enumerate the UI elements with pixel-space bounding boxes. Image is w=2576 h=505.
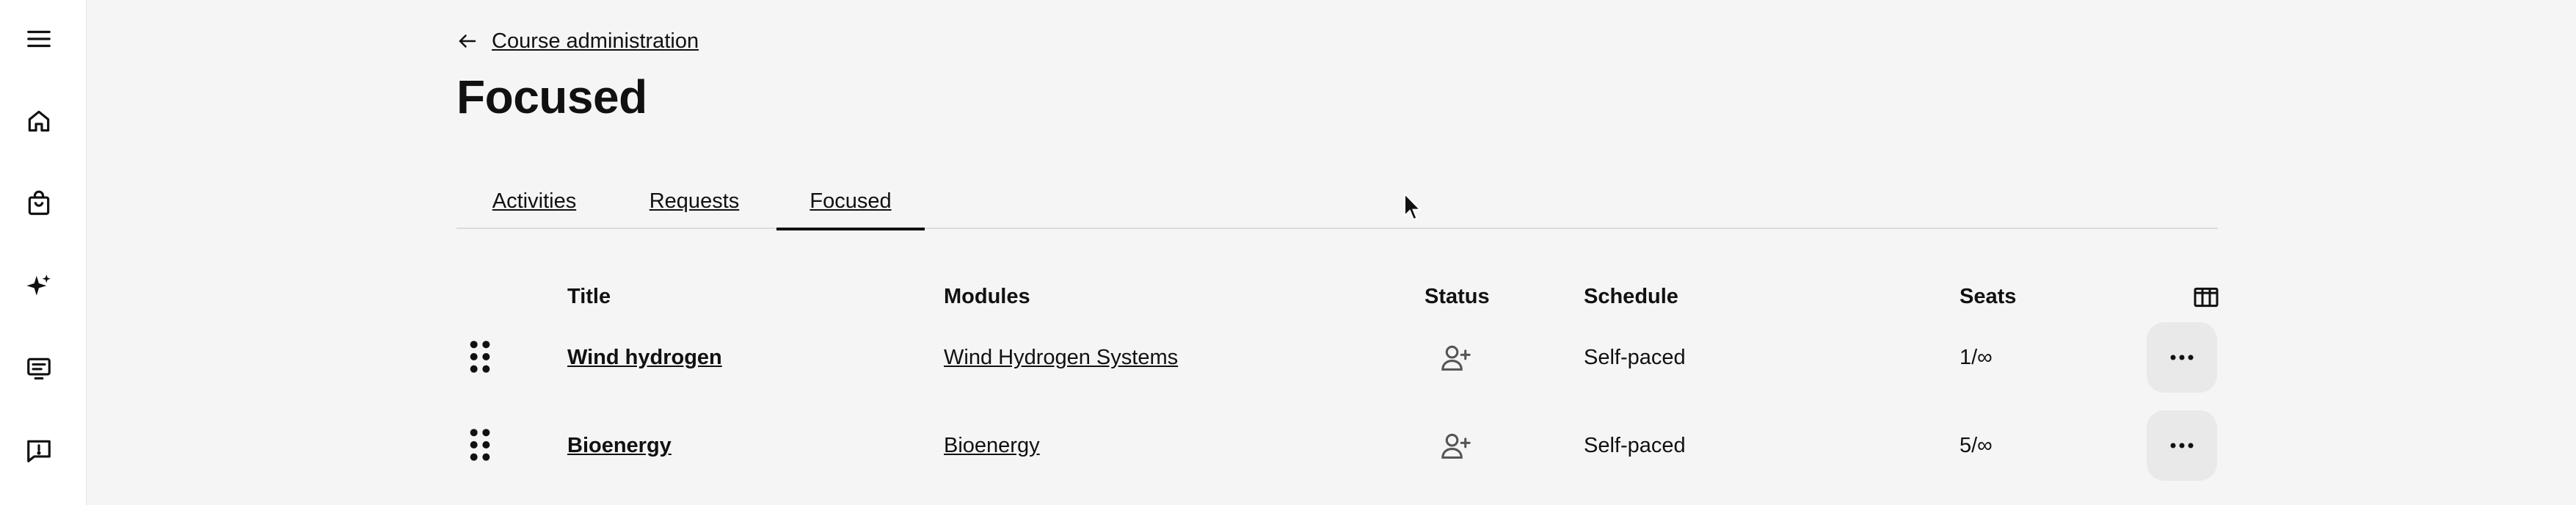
tab-requests[interactable]: Requests — [647, 178, 741, 229]
feedback-icon[interactable] — [21, 433, 57, 468]
more-options-button[interactable] — [2147, 410, 2217, 481]
drag-handle-icon[interactable] — [467, 426, 493, 463]
table-row: Wind hydrogen Wind Hydrogen Systems Self… — [456, 321, 2218, 394]
presentation-icon[interactable] — [21, 351, 57, 386]
row-seats: 5/∞ — [1960, 434, 1993, 457]
sidebar — [0, 0, 87, 505]
page-title: Focused — [456, 70, 647, 123]
row-title: Wind hydrogen — [567, 346, 722, 370]
column-header-title[interactable]: Title — [567, 285, 611, 309]
row-module-link[interactable]: Wind Hydrogen Systems — [944, 346, 1178, 369]
drag-handle-icon[interactable] — [467, 338, 493, 375]
sparkle-icon[interactable] — [21, 269, 57, 304]
row-module: Wind Hydrogen Systems — [944, 346, 1178, 370]
row-module-link[interactable]: Bioenergy — [944, 434, 1040, 457]
row-module: Bioenergy — [944, 434, 1040, 458]
column-header-seats[interactable]: Seats — [1960, 285, 2016, 309]
back-link-label[interactable]: Course administration — [492, 29, 699, 54]
tab-activities[interactable]: Activities — [489, 178, 580, 229]
row-title-link[interactable]: Wind hydrogen — [567, 346, 722, 369]
row-seats: 1/∞ — [1960, 346, 1993, 369]
row-title: Bioenergy — [567, 434, 672, 458]
more-horizontal-icon — [2170, 355, 2194, 360]
columns-icon[interactable] — [2191, 283, 2221, 312]
add-person-icon — [1441, 345, 1471, 371]
mouse-pointer-icon — [1404, 192, 1422, 221]
shopping-bag-icon[interactable] — [21, 186, 57, 221]
row-title-link[interactable]: Bioenergy — [567, 434, 672, 457]
back-link[interactable]: Course administration — [456, 25, 699, 57]
tab-focused[interactable]: Focused — [776, 178, 925, 230]
menu-icon[interactable] — [21, 21, 57, 57]
main-content: Course administration Focused Activities… — [456, 0, 2221, 505]
column-header-modules[interactable]: Modules — [944, 285, 1030, 309]
add-person-icon — [1441, 433, 1471, 459]
column-header-status[interactable]: Status — [1425, 285, 1490, 309]
more-horizontal-icon — [2170, 443, 2194, 448]
row-schedule: Self-paced — [1584, 346, 1686, 369]
column-header-schedule[interactable]: Schedule — [1584, 285, 1678, 309]
arrow-left-icon — [459, 34, 476, 48]
row-schedule: Self-paced — [1584, 434, 1686, 457]
table-row: Bioenergy Bioenergy Self-paced 5/∞ — [456, 409, 2218, 482]
more-options-button[interactable] — [2147, 322, 2217, 393]
home-icon[interactable] — [21, 103, 57, 139]
tab-bar: Activities Requests Focused — [456, 167, 2218, 230]
